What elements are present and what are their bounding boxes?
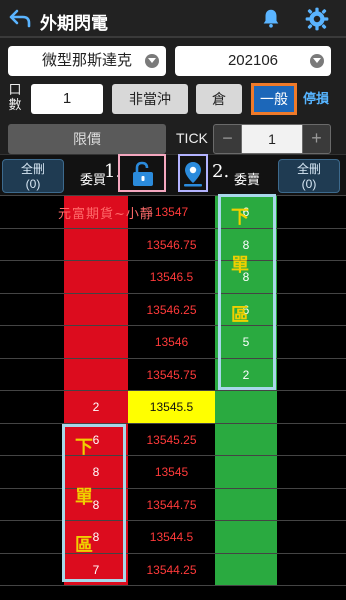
ladder-row: 13546.5 8 (0, 261, 346, 294)
sell-cell[interactable] (215, 456, 277, 488)
buy-cell[interactable] (64, 261, 128, 293)
ladder-row: 7 13544.25 (0, 553, 346, 586)
ladder-row: 8 13544.75 (0, 488, 346, 521)
delete-all-buy-button[interactable]: 全刪 (0) (2, 159, 64, 193)
delete-all-sell-button[interactable]: 全刪 (0) (278, 159, 340, 193)
tick-value[interactable]: 1 (242, 125, 302, 153)
ladder-header: 全刪 (0) 委買 1. 2. 委賣 全刪 (0) (0, 154, 346, 196)
unlock-icon[interactable] (132, 161, 154, 187)
sell-cell[interactable] (215, 521, 277, 553)
watermark-text: 元富期貨~小靜 (58, 207, 154, 222)
price-cell[interactable]: 13546 (128, 326, 215, 358)
buy-zone-char-2: 單 (75, 487, 93, 507)
delete-all-buy-label: 全刪 (20, 162, 45, 176)
current-price-cell[interactable]: 13545.5 (128, 391, 215, 423)
pin-highlight-frame (178, 154, 208, 192)
price-cell[interactable]: 13546.5 (128, 261, 215, 293)
location-pin-icon[interactable] (184, 161, 202, 187)
gear-icon[interactable] (304, 6, 330, 32)
price-cell[interactable]: 13544.75 (128, 489, 215, 521)
chevron-down-icon (310, 54, 324, 68)
sell-zone-char-3: 區 (231, 305, 249, 325)
ladder-row: 13546.75 8 (0, 228, 346, 261)
delete-all-buy-count: (0) (25, 177, 41, 191)
chevron-down-icon (145, 54, 159, 68)
price-cell[interactable]: 13545.75 (128, 359, 215, 391)
buy-zone-frame: 下 單 區 (62, 424, 126, 582)
buy-qty: 2 (92, 400, 100, 414)
ladder-row: 13547 6 (0, 196, 346, 229)
ladder-row: 13546.25 6 (0, 293, 346, 326)
tick-minus-button[interactable]: − (214, 125, 242, 153)
position-button[interactable]: 倉 (196, 84, 242, 114)
price-cell[interactable]: 13544.5 (128, 521, 215, 553)
page-title: 外期閃電 (40, 14, 108, 33)
sell-cell[interactable] (215, 391, 277, 423)
buy-cell[interactable] (64, 358, 128, 390)
normal-order-label: 一般 (254, 86, 294, 112)
sell-cell[interactable] (215, 423, 277, 455)
ladder-row: 8 13544.5 (0, 521, 346, 554)
product-select[interactable]: 微型那斯達克 (8, 46, 166, 76)
lock-highlight-frame (118, 154, 166, 192)
sell-column-label: 委賣 (234, 172, 261, 187)
price-cell[interactable]: 13545.25 (128, 424, 215, 456)
sell-zone-char-2: 單 (231, 255, 249, 275)
sell-zone-frame: 下 單 區 (218, 194, 276, 390)
normal-order-button[interactable]: 一般 (251, 83, 297, 115)
bell-icon[interactable] (260, 7, 282, 29)
ladder-row: 6 13545.25 (0, 423, 346, 456)
buy-zone-char-1: 下 (75, 437, 93, 457)
tick-label: TICK (176, 130, 208, 146)
buy-cell[interactable] (64, 228, 128, 260)
ladder-row: 2 13545.5 (0, 391, 346, 424)
product-select-value: 微型那斯達克 (41, 52, 132, 69)
price-type-value: 限價 (73, 131, 101, 147)
ladder-row: 13546 5 (0, 326, 346, 359)
app-header: 外期閃電 (0, 0, 346, 38)
buy-column-label: 委買 (80, 172, 107, 187)
ladder-row: 8 13545 (0, 456, 346, 489)
note-number-2: 2. (212, 161, 230, 182)
buy-cell[interactable]: 2 (64, 391, 128, 423)
month-select-value: 202106 (227, 52, 279, 69)
buy-cell[interactable] (64, 326, 128, 358)
price-cell[interactable]: 13544.25 (128, 554, 215, 586)
month-select[interactable]: 202106 (175, 46, 331, 76)
ladder-row: 13545.75 2 (0, 358, 346, 391)
back-arrow-icon[interactable] (8, 6, 32, 30)
tick-stepper: − 1 + (213, 124, 331, 154)
buy-cell[interactable] (64, 293, 128, 325)
price-cell[interactable]: 13545 (128, 456, 215, 488)
price-ladder: 13547 6 13546.75 8 13546.5 8 13546.25 6 13546 5 13… (0, 196, 346, 600)
sell-cell[interactable] (215, 488, 277, 520)
non-daytrade-button[interactable]: 非當沖 (112, 84, 188, 114)
sell-cell[interactable] (215, 553, 277, 585)
stop-loss-button[interactable]: 停損 (299, 84, 333, 114)
buy-zone-char-3: 區 (75, 535, 93, 555)
delete-all-sell-count: (0) (301, 177, 317, 191)
sell-zone-char-1: 下 (231, 207, 249, 227)
price-cell[interactable]: 13546.25 (128, 294, 215, 326)
price-cell[interactable]: 13546.75 (128, 229, 215, 261)
qty-label: 口數 (8, 82, 22, 112)
order-panel: 微型那斯達克 202106 口數 1 非當沖 倉 一般 停損 限價 TICK −… (0, 38, 346, 154)
tick-plus-button[interactable]: + (302, 125, 330, 153)
price-type-select[interactable]: 限價 (8, 124, 166, 154)
qty-input[interactable]: 1 (31, 84, 103, 114)
delete-all-sell-label: 全刪 (296, 162, 321, 176)
